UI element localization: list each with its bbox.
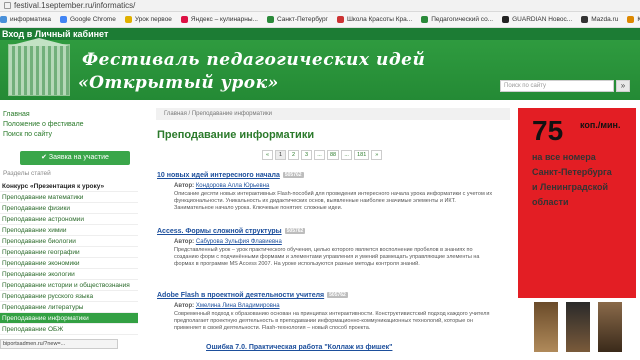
address-bar[interactable]: festival.1september.ru/informatics/ [0,0,640,12]
ad-text: на все номера [532,152,596,162]
bookmark-label: Mazda.ru [591,16,619,23]
section-title: Разделы статей [3,170,51,177]
login-link[interactable]: Вход в Личный кабинет [2,29,108,39]
bookmark-icon [124,16,132,23]
pagination: «1 2 3... 88... 181» [262,150,383,160]
page-link: ... [341,150,353,160]
views-badge: 505762 [282,172,304,179]
bookmark-item[interactable]: Кулинарный Домой... [627,16,640,23]
article-title[interactable]: 10 новых идей интересного начала 505762 [157,172,304,179]
bookmark-label: Google Chrome [69,16,116,23]
bookmark-item[interactable]: Яндекс – кулинарны... [180,16,258,23]
breadcrumb[interactable]: Главная / Преподавание информатики [156,108,510,120]
sidebar-category-item[interactable]: Преподавание географии [0,247,138,258]
bookmark-item[interactable]: Урок первое [124,16,172,23]
bookmark-label: Педагогический со... [431,16,494,23]
sidebar-category-item[interactable]: Преподавание русского языка [0,291,138,302]
bookmark-item[interactable]: Педагогический со... [421,16,493,23]
page-link[interactable]: 88 [327,150,340,160]
bookmark-item[interactable]: информатика [0,16,51,23]
bookmark-item[interactable]: Школа Красоты Кра... [336,16,413,23]
page-title: Преподавание информатики [157,129,315,141]
views-badge: 505762 [327,292,348,299]
page-link[interactable]: 3 [301,150,312,160]
sidebar-link-search[interactable]: Поиск по сайту [3,131,52,138]
page-link[interactable]: « [262,150,273,160]
search-input[interactable]: Поиск по сайту [500,80,614,92]
bookmark-item[interactable]: Санкт-Петербург [266,16,328,23]
sidebar-category-item[interactable]: Преподавание экологии [0,269,138,280]
site-title-line1: Фестиваль педагогических идей [82,50,426,70]
page-link[interactable]: » [371,150,383,160]
sidebar-category-item[interactable]: Преподавание математики [0,192,138,203]
bookmark-label: Санкт-Петербург [276,16,328,23]
bookmark-label: Яндекс – кулинарны... [190,16,258,23]
status-bar: biportsadmen.ru/?new=... [0,339,118,349]
join-button[interactable]: ✔ Заявка на участие [20,151,130,165]
clothing-image[interactable] [534,302,558,352]
bookmark-icon [627,16,635,23]
article-description: Представленный урок – урок практического… [174,247,480,267]
author-link[interactable]: Сабурова Зульфия Флавиевна [196,239,282,245]
sidebar-category-item[interactable]: Преподавание истории и обществознания [0,280,138,291]
article-author: Автор: Хмелина Лина Владимировна [174,303,280,309]
bookmark-icon [421,16,429,23]
article-title[interactable]: Access. Формы сложной структуры 505762 [157,228,306,235]
page-link[interactable]: 1 [275,150,286,160]
url-text[interactable]: festival.1september.ru/informatics/ [14,1,135,10]
search-button[interactable]: » [616,80,630,92]
bookmark-icon [266,16,274,23]
sidebar-link-home[interactable]: Главная [3,111,30,118]
clothing-image[interactable] [566,302,590,352]
site-title-line2: «Открытый урок» [78,73,279,93]
bookmark-icon [581,16,589,23]
bookmark-icon [502,16,510,23]
sidebar-link-rules[interactable]: Положение о фестивале [3,121,84,128]
sidebar-category-item[interactable]: Преподавание экономики [0,258,138,269]
article-title[interactable]: Adobe Flash в проектной деятельности учи… [157,292,348,299]
bookmark-icon [336,16,344,23]
bookmark-icon [59,16,67,23]
bookmark-label: Урок первое [134,16,172,23]
bookmark-icon [180,16,188,23]
page-link: ... [314,150,325,160]
ad-unit: коп./мин. [580,120,621,130]
sidebar-category-item[interactable]: Преподавание физики [0,203,138,214]
article-title[interactable]: Ошибка 7.0. Практическая работа "Коллаж … [206,344,392,351]
page-link[interactable]: 181 [354,150,370,160]
sidebar-category-item[interactable]: Преподавание астрономии [0,214,138,225]
article-description: Описание десяти новых интерактивных Flas… [174,191,493,211]
article-author: Автор: Сабурова Зульфия Флавиевна [174,239,282,245]
ad-text: и Ленинградской [532,182,609,192]
bookmark-item[interactable]: Google Chrome [59,16,116,23]
article-description: Современный подход к образованию основан… [174,311,490,331]
page-link[interactable]: 2 [288,150,299,160]
author-link[interactable]: Хмелина Лина Владимировна [196,303,280,309]
article-author: Автор: Кондорова Алла Юрьевна [174,183,270,189]
bookmark-item[interactable]: Mazda.ru [581,16,618,23]
clothing-image[interactable] [598,302,622,352]
views-badge: 505762 [284,228,306,235]
ad-price: 75 [532,115,564,146]
sidebar-category-item[interactable]: Конкурс «Презентация к уроку» [0,181,138,192]
building-icon [8,44,70,96]
author-link[interactable]: Кондорова Алла Юрьевна [196,183,270,189]
bookmark-label: Школа Красоты Кра... [346,16,413,23]
sidebar-category-item[interactable]: Преподавание литературы [0,302,138,313]
sidebar-category-item[interactable]: Преподавание информатики [0,313,138,324]
bookmark-item[interactable]: GUARDIAN Новос... [502,16,572,23]
ad-text: Санкт-Петербурга [532,167,612,177]
sidebar-category-item[interactable]: Преподавание биологии [0,236,138,247]
sidebar-category-item[interactable]: Преподавание ОБЖ [0,324,138,335]
ad-text: области [532,197,569,207]
page-icon [4,2,11,9]
bookmark-label: GUARDIAN Новос... [512,16,573,23]
bookmark-label: информатика [10,16,51,23]
bookmarks-bar: информатика Google Chrome Урок первое Яндек… [0,12,640,28]
sidebar-category-item[interactable]: Преподавание химии [0,225,138,236]
bookmark-icon [0,16,7,23]
